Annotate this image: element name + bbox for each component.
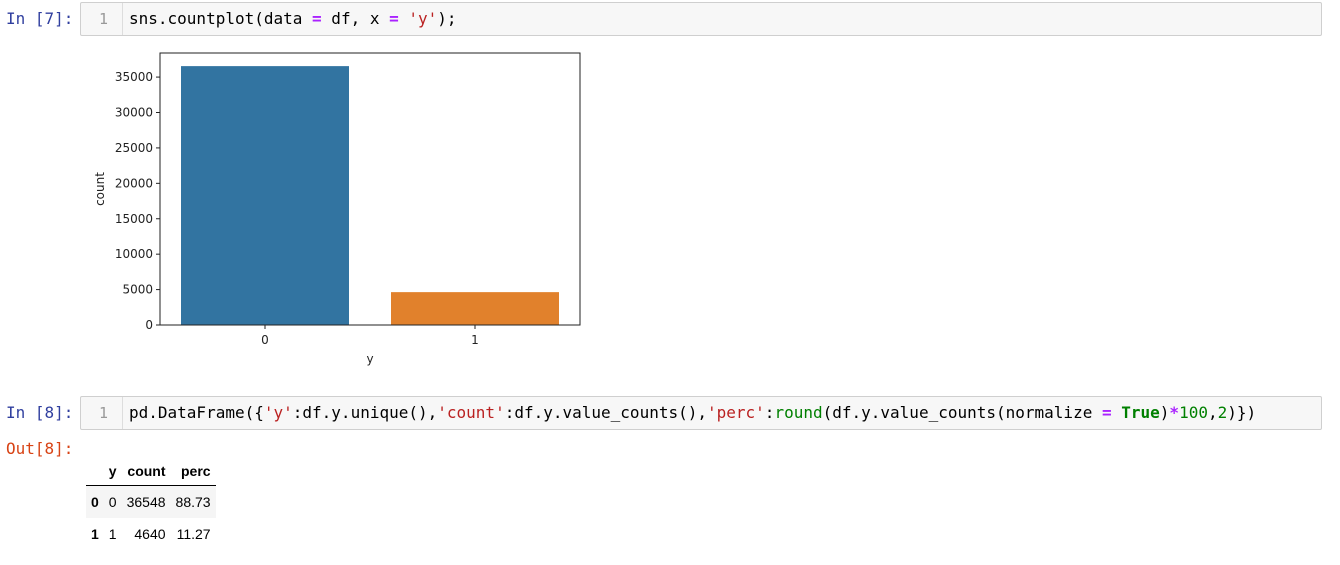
y-tick-label: 0	[145, 318, 153, 332]
table-row: 1 1 4640 11.27	[86, 518, 216, 550]
bar-0	[181, 66, 349, 325]
code-line[interactable]: pd.DataFrame({'y':df.y.unique(),'count':…	[129, 397, 1256, 429]
y-tick-label: 15000	[115, 212, 153, 226]
code-cell-8[interactable]: 1 pd.DataFrame({'y':df.y.unique(),'count…	[80, 396, 1322, 430]
cell-7-prompt: In [7]:	[6, 9, 74, 28]
row-index: 1	[91, 526, 99, 542]
column-header-y: y	[103, 457, 122, 486]
code-line[interactable]: sns.countplot(data = df, x = 'y');	[129, 3, 457, 35]
y-tick-label: 10000	[115, 247, 153, 261]
column-header-count: count	[121, 457, 171, 486]
y-tick-label: 20000	[115, 176, 153, 190]
cell-y: 1	[108, 526, 117, 542]
table-row: 0 0 36548 88.73	[86, 485, 216, 518]
line-number: 1	[81, 3, 123, 35]
y-tick-label: 30000	[115, 106, 153, 120]
code-cell-7[interactable]: 1 sns.countplot(data = df, x = 'y');	[80, 2, 1322, 36]
cell-perc: 11.27	[176, 526, 211, 542]
table-header-row: y count perc	[86, 457, 216, 486]
cell-count: 36548	[126, 494, 166, 510]
cell-perc: 88.73	[175, 494, 211, 510]
x-axis-label: y	[366, 352, 373, 366]
countplot-chart: 0 1 0 5000 10000 15000 20000 25000 30000 35000 y co…	[93, 52, 581, 366]
row-index: 0	[91, 494, 99, 510]
dataframe-table: y count perc 0 0 36548 88.73 1 1 4640 11…	[86, 457, 216, 550]
chart-group: 0 1 0 5000 10000 15000 20000 25000 30000 35000 y co…	[93, 52, 581, 366]
x-tick-label: 0	[261, 333, 269, 347]
column-header-perc: perc	[170, 457, 216, 486]
index-header	[86, 457, 104, 486]
cell-8-prompt: In [8]:	[6, 403, 74, 422]
x-tick-label: 1	[471, 333, 479, 347]
y-axis-label: count	[93, 172, 107, 206]
y-tick-label: 5000	[122, 283, 153, 297]
cell-count: 4640	[134, 526, 166, 542]
y-tick-label: 35000	[115, 70, 153, 84]
cell-y: 0	[108, 494, 117, 510]
bar-1	[391, 292, 559, 325]
line-number: 1	[81, 397, 123, 429]
y-tick-label: 25000	[115, 141, 153, 155]
output-prompt: Out[8]:	[6, 439, 74, 458]
